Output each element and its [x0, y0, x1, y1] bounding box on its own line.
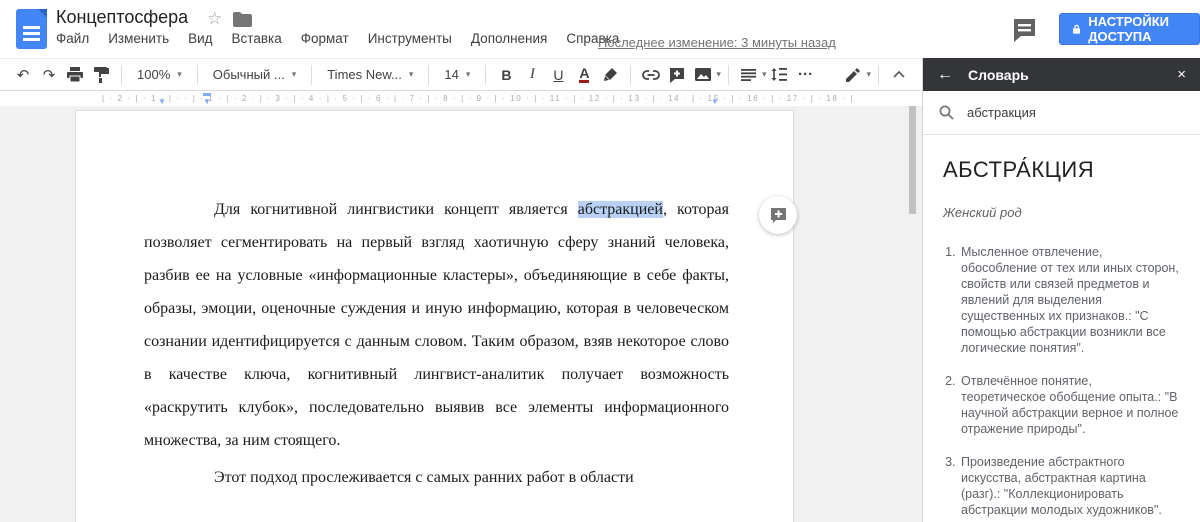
add-comment-bubble-button[interactable]: [759, 196, 797, 234]
document-text[interactable]: Для когнитивной лингвистики концепт явля…: [144, 193, 729, 494]
definitions-list: Мысленное отвлечение, обособление от тех…: [959, 244, 1180, 518]
toolbar-separator: [878, 65, 879, 85]
font-family-select[interactable]: Times New...▾: [319, 63, 421, 87]
paragraph-1: Для когнитивной лингвистики концепт явля…: [144, 193, 729, 457]
document-canvas: Для когнитивной лингвистики концепт явля…: [0, 106, 922, 522]
folder-icon[interactable]: [233, 12, 252, 32]
chevron-down-icon[interactable]: ▾: [866, 69, 871, 80]
toolbar-separator: [728, 65, 729, 85]
menu-tools[interactable]: Инструменты: [368, 31, 452, 46]
print-button[interactable]: [62, 63, 88, 87]
definition-item: Мысленное отвлечение, обособление от тех…: [959, 244, 1180, 356]
text-color-button[interactable]: A: [571, 63, 597, 87]
lock-icon: [1073, 22, 1080, 36]
share-settings-button[interactable]: НАСТРОЙКИ ДОСТУПА: [1059, 13, 1200, 45]
menu-view[interactable]: Вид: [188, 31, 212, 46]
chevron-down-icon: ▾: [292, 69, 297, 80]
underline-button[interactable]: U: [545, 63, 571, 87]
google-docs-window: Концептосфера ☆ Файл Изменить Вид Вставк…: [0, 0, 1200, 522]
menu-file[interactable]: Файл: [56, 31, 89, 46]
toolbar-separator: [121, 65, 122, 85]
part-of-speech: Женский род: [943, 205, 1180, 220]
definition-item: Отвлечённое понятие, теоретическое обобщ…: [959, 373, 1180, 437]
ruler: | · 2 · | · 1 · | · · | · 1 · | · 2 · | …: [0, 91, 922, 106]
editing-mode-button[interactable]: [840, 63, 866, 87]
insert-link-button[interactable]: [638, 63, 664, 87]
logo-lines: [23, 26, 40, 29]
italic-button[interactable]: I: [519, 63, 545, 87]
first-line-indent-marker[interactable]: ▼: [203, 97, 211, 106]
first-line-indent-marker[interactable]: [203, 93, 211, 96]
search-icon: [939, 105, 954, 120]
dictionary-result: АБСТРА́КЦИЯ Женский род Мысленное отвлеч…: [923, 135, 1200, 518]
menu-insert[interactable]: Вставка: [232, 31, 282, 46]
menu-bar: Файл Изменить Вид Вставка Формат Инструм…: [56, 31, 638, 46]
collapse-toolbar-button[interactable]: [886, 63, 912, 87]
highlight-color-button[interactable]: [597, 63, 623, 87]
comments-icon[interactable]: [1011, 16, 1038, 43]
docs-logo-icon[interactable]: [16, 9, 47, 49]
dictionary-search-row: [923, 91, 1200, 135]
toolbar-separator: [630, 65, 631, 85]
toolbar-separator: [428, 65, 429, 85]
toolbar-separator: [311, 65, 312, 85]
definition-item: Произведение абстрактного искусства, абс…: [959, 454, 1180, 518]
chevron-down-icon: ▾: [177, 69, 182, 80]
dictionary-headword: АБСТРА́КЦИЯ: [943, 157, 1180, 183]
star-icon[interactable]: ☆: [207, 9, 222, 29]
line-spacing-button[interactable]: [766, 63, 792, 87]
toolbar: ↶ ↷ 100%▾ Обычный ...▾ Times New...▾ 14▾…: [0, 58, 922, 91]
back-arrow-icon[interactable]: ←: [937, 66, 953, 84]
chevron-down-icon[interactable]: ▾: [716, 69, 721, 80]
ruler-ticks: | · 2 · | · 1 · | · · | · 1 · | · 2 · | …: [48, 94, 908, 103]
chevron-down-icon: ▾: [409, 69, 414, 80]
align-button[interactable]: [736, 63, 762, 87]
menu-addons[interactable]: Дополнения: [471, 31, 547, 46]
sidebar-header: ← Словарь ×: [923, 58, 1200, 91]
close-icon[interactable]: ×: [1177, 66, 1186, 83]
chevron-down-icon: ▾: [466, 69, 471, 80]
top-header: Концептосфера ☆ Файл Изменить Вид Вставк…: [0, 0, 1200, 58]
document-scrollbar[interactable]: [909, 106, 916, 214]
bold-button[interactable]: B: [493, 63, 519, 87]
sidebar-title: Словарь: [968, 67, 1029, 83]
right-indent-marker[interactable]: ▼: [711, 97, 719, 106]
last-edit-link[interactable]: Последнее изменение: 3 минуты назад: [598, 35, 836, 50]
zoom-select[interactable]: 100%▾: [129, 63, 190, 87]
more-options-button[interactable]: ···: [792, 63, 818, 87]
undo-button[interactable]: ↶: [10, 63, 36, 87]
selected-word: абстракцией: [578, 201, 663, 218]
font-size-select[interactable]: 14▾: [436, 63, 478, 87]
left-indent-marker[interactable]: ▼: [158, 97, 166, 106]
toolbar-separator: [485, 65, 486, 85]
document-page[interactable]: Для когнитивной лингвистики концепт явля…: [75, 110, 794, 522]
paint-format-button[interactable]: [88, 63, 114, 87]
redo-button[interactable]: ↷: [36, 63, 62, 87]
insert-image-button[interactable]: [690, 63, 716, 87]
menu-edit[interactable]: Изменить: [108, 31, 169, 46]
share-button-label: НАСТРОЙКИ ДОСТУПА: [1088, 14, 1186, 44]
menu-format[interactable]: Формат: [301, 31, 349, 46]
document-title[interactable]: Концептосфера: [56, 7, 188, 28]
insert-comment-button[interactable]: [664, 63, 690, 87]
paragraph-style-select[interactable]: Обычный ...▾: [205, 63, 304, 87]
paragraph-2: Этот подход прослеживается с самых ранни…: [144, 461, 729, 494]
dictionary-search-input[interactable]: [967, 105, 1167, 120]
dictionary-sidebar: ← Словарь × АБСТРА́КЦИЯ Женский род Мысл…: [922, 58, 1200, 522]
toolbar-separator: [197, 65, 198, 85]
logo-fold: [38, 9, 47, 18]
